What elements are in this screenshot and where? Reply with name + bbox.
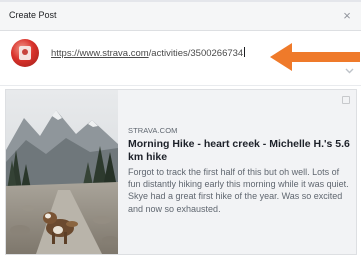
dialog-header: Create Post × [0,2,361,31]
preview-description: Forgot to track the first half of this b… [128,167,349,214]
close-icon[interactable]: × [338,7,356,25]
strava-logo-icon [19,46,31,60]
remove-preview-icon[interactable] [342,96,350,104]
arrow-left-icon [270,43,360,71]
post-text-input[interactable]: https://www.strava.com/activities/350026… [51,47,246,59]
link-preview-card[interactable]: STRAVA.COM Morning Hike - heart creek - … [5,89,357,255]
text-caret [244,47,246,57]
preview-image [6,90,118,254]
preview-domain: STRAVA.COM [128,126,178,135]
url-domain: www.strava.com [79,48,149,59]
avatar [11,39,39,67]
divider [0,85,361,86]
dialog-title: Create Post [9,10,57,20]
preview-title[interactable]: Morning Hike - heart creek - Michelle H.… [128,138,350,164]
create-post-dialog: Create Post × https://www.strava.com/act… [0,0,361,258]
preview-text-area: STRAVA.COM Morning Hike - heart creek - … [118,90,356,254]
hiking-trail-photo [6,90,118,254]
url-link-part: https://www.strava.com [51,48,149,59]
url-path: /activities/3500266734 [148,48,244,59]
url-prefix: https:// [51,48,80,59]
